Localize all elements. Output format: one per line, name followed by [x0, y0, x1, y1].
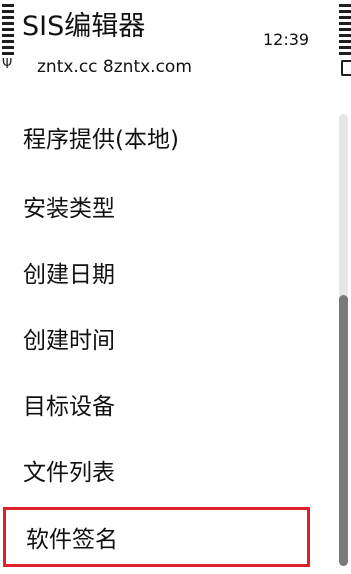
menu-item-install-type[interactable]: 安装类型 [0, 173, 335, 239]
signal-strength-icon [2, 4, 16, 60]
battery-level-icon [337, 4, 351, 60]
menu-item-target-device[interactable]: 目标设备 [0, 371, 335, 437]
screen: Ψ SIS编辑器 zntx.cc 8zntx.com 12:39 程序提供(本地… [0, 0, 351, 574]
antenna-icon: Ψ [2, 57, 13, 72]
menu-item-creation-date[interactable]: 创建日期 [0, 239, 335, 305]
scrollbar-thumb[interactable] [339, 295, 348, 566]
app-subtitle: zntx.cc 8zntx.com [37, 57, 192, 77]
menu-item-software-signature[interactable]: 软件签名 [3, 507, 310, 567]
menu-item-file-list[interactable]: 文件列表 [0, 437, 335, 503]
menu-item-creation-time[interactable]: 创建时间 [0, 305, 335, 371]
app-title: SIS编辑器 [22, 11, 146, 42]
status-title-bar: Ψ SIS编辑器 zntx.cc 8zntx.com 12:39 [0, 0, 351, 92]
battery-icon [341, 60, 351, 76]
clock: 12:39 [263, 30, 310, 49]
menu-list: 程序提供(本地) 安装类型 创建日期 创建时间 目标设备 文件列表 软件签名 [0, 100, 335, 567]
menu-item-program-source[interactable]: 程序提供(本地) [0, 100, 335, 173]
scrollbar[interactable] [339, 114, 348, 566]
